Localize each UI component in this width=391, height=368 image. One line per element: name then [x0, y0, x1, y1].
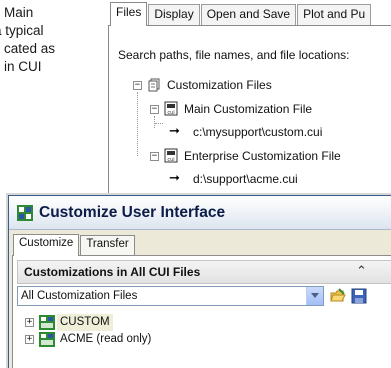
dropdown-value: All Customization Files	[21, 290, 138, 302]
cui-file-icon	[39, 315, 55, 330]
arrow-right-icon: ➞	[169, 171, 180, 186]
tree-line	[154, 116, 155, 128]
collapse-toggle[interactable]: −	[133, 81, 142, 90]
title-bar[interactable]: Customize User Interface	[9, 196, 391, 230]
customize-panel: Customizations in All CUI Files ⌃︎ All C…	[12, 255, 391, 368]
section-title: Customizations in All CUI Files	[24, 265, 201, 279]
arrow-right-icon: ➞	[169, 124, 180, 139]
double-chevron-up-icon[interactable]: ⌃︎	[356, 264, 367, 279]
tree-item-label: CUSTOM	[57, 314, 113, 331]
enterprise-customization-label[interactable]: Enterprise Customization File	[184, 147, 341, 165]
tab-display[interactable]: Display	[148, 4, 200, 25]
tab-open-and-save[interactable]: Open and Save	[200, 4, 297, 25]
options-tab-strip: Files Display Open and Save Plot and Pu	[110, 2, 372, 26]
collapse-toggle[interactable]: −	[150, 152, 159, 161]
help-text-line: a typical	[0, 23, 44, 38]
help-text-line: Main	[4, 5, 34, 20]
help-text-line: cated as	[4, 41, 56, 56]
expand-toggle[interactable]: +	[25, 335, 34, 344]
open-folder-icon[interactable]	[329, 287, 347, 305]
main-customization-label[interactable]: Main Customization File	[184, 100, 312, 118]
expand-toggle[interactable]: +	[25, 318, 34, 327]
chevron-down-icon[interactable]	[306, 287, 323, 305]
cui-file-icon: cui	[164, 101, 178, 116]
svg-text:cui: cui	[167, 157, 174, 163]
background-help-text: Main a typical cated as in CUI	[0, 4, 120, 76]
cui-file-icon: cui	[164, 148, 178, 163]
section-header: Customizations in All CUI Files ⌃︎	[17, 260, 391, 284]
customization-files-dropdown[interactable]: All Customization Files	[17, 286, 324, 306]
tab-transfer[interactable]: Transfer	[80, 235, 135, 255]
cui-file-icon	[39, 332, 55, 347]
customize-user-interface-window: Customize User Interface Customize Trans…	[8, 195, 391, 368]
tab-plot-and-publish[interactable]: Plot and Pu	[297, 4, 372, 25]
tree-line	[137, 92, 138, 156]
tree-root-label[interactable]: Customization Files	[167, 76, 272, 94]
cui-tab-strip: Customize Transfer	[13, 233, 136, 256]
save-icon[interactable]	[350, 287, 368, 305]
window-title: Customize User Interface	[39, 204, 226, 221]
enterprise-customization-path[interactable]: d:\support\acme.cui	[193, 170, 298, 188]
options-dialog: Files Display Open and Save Plot and Pu …	[108, 0, 391, 205]
folder-stack-icon	[148, 78, 160, 92]
tab-customize[interactable]: Customize	[13, 234, 80, 256]
main-customization-path[interactable]: c:\mysupport\custom.cui	[193, 123, 322, 141]
files-description: Search paths, file names, and file locat…	[118, 48, 350, 62]
cui-app-icon	[17, 205, 33, 221]
tree-line	[155, 123, 163, 124]
collapse-toggle[interactable]: −	[150, 105, 159, 114]
svg-text:cui: cui	[167, 110, 174, 116]
tab-files[interactable]: Files	[110, 2, 148, 26]
help-text-line: in CUI	[4, 59, 42, 74]
files-panel: Search paths, file names, and file locat…	[108, 25, 391, 205]
tree-item-label: ACME (read only)	[60, 333, 152, 345]
